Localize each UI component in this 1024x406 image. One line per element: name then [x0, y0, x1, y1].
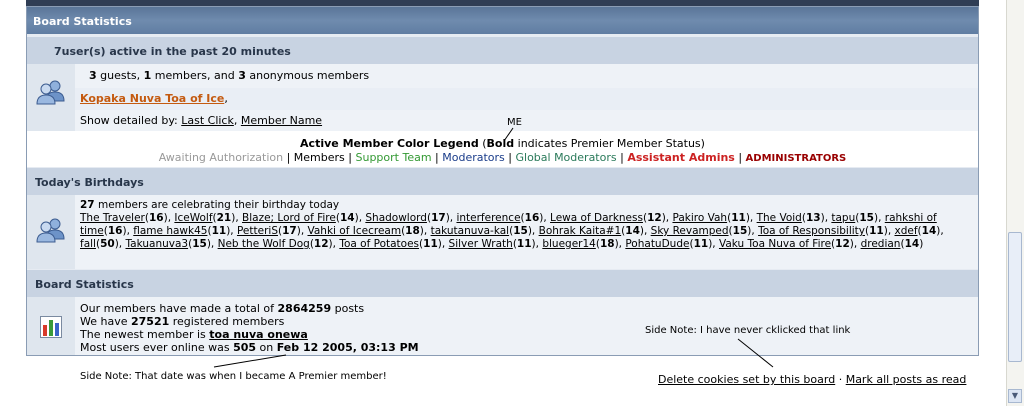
birthday-member-link[interactable]: Lewa of Darkness: [550, 212, 643, 224]
legend-group-1: Members: [293, 151, 345, 164]
active-users-counts: 3 guests, 1 members, and 3 anonymous mem…: [75, 64, 978, 88]
birthday-age: (18),: [595, 238, 626, 250]
birthday-age: (17),: [277, 225, 308, 237]
birthday-member-link[interactable]: tapu: [831, 212, 855, 224]
birthday-list: The Traveler(16), IceWolf(21), Blaze; Lo…: [80, 212, 960, 251]
panel-title: Board Statistics: [27, 7, 978, 34]
birthday-age: (15),: [509, 225, 539, 237]
legend-group-2: Support Team: [355, 151, 432, 164]
birthday-member-link[interactable]: fall: [80, 238, 96, 250]
birthday-age: (16),: [103, 225, 134, 237]
scrollbar-thumb[interactable]: [1008, 232, 1022, 362]
birthday-age: (15),: [728, 225, 759, 237]
sort-last-click-link[interactable]: Last Click: [181, 114, 234, 127]
birthday-member-link[interactable]: Blaze; Lord of Fire: [242, 212, 336, 224]
sort-member-name-link[interactable]: Member Name: [241, 114, 322, 127]
birthday-age: (11),: [727, 212, 757, 224]
birthday-member-link[interactable]: Toa of Responsibility: [758, 225, 865, 237]
legend-title: Active Member Color Legend: [300, 137, 479, 150]
footer-links: Delete cookies set by this board · Mark …: [658, 373, 967, 386]
legend-group-6: ADMINISTRATORS: [745, 153, 847, 164]
legend-group-3: Moderators: [442, 151, 505, 164]
birthday-member-link[interactable]: Shadowlord: [365, 212, 427, 224]
legend-separator: |: [734, 151, 746, 164]
birthday-age: (11),: [419, 238, 449, 250]
birthday-member-link[interactable]: dredian: [861, 238, 901, 250]
birthday-age: (14),: [335, 212, 366, 224]
birthday-member-link[interactable]: interference: [456, 212, 520, 224]
users-icon: [36, 80, 65, 105]
birthday-age: (11),: [689, 238, 719, 250]
birthday-age: (50),: [95, 238, 126, 250]
show-detailed-row: Show detailed by: Last Click, Member Nam…: [75, 110, 978, 131]
legend-group-4: Global Moderators: [515, 151, 617, 164]
birthday-count-line: 27 members are celebrating their birthda…: [80, 199, 340, 211]
birthday-age: (16),: [144, 212, 175, 224]
birthday-member-link[interactable]: IceWolf: [174, 212, 212, 224]
birthday-age: (12),: [309, 238, 340, 250]
birthday-member-link[interactable]: Sky Revamped: [651, 225, 729, 237]
birthday-member-link[interactable]: PetteriS: [237, 225, 278, 237]
scroll-down-button[interactable]: ▼: [1008, 389, 1022, 403]
newest-member-link[interactable]: toa nuva onewa: [209, 328, 308, 341]
birthday-member-link[interactable]: flame hawk45: [133, 225, 207, 237]
birthday-age: (16),: [520, 212, 551, 224]
birthday-member-link[interactable]: Pakiro Vah: [672, 212, 727, 224]
birthdays-icon-cell: [27, 195, 76, 269]
birthday-member-link[interactable]: Takuanuva3: [125, 238, 188, 250]
birthday-member-link[interactable]: The Traveler: [80, 212, 145, 224]
birthday-member-link[interactable]: Vaku Toa Nuva of Fire: [719, 238, 831, 250]
date-side-note: Side Note: That date was when I became A…: [80, 371, 387, 382]
birthday-member-link[interactable]: Silver Wrath: [449, 238, 513, 250]
birthdays-content: 27 members are celebrating their birthda…: [75, 195, 978, 269]
legend-group-5: Assistant Admins: [627, 151, 735, 164]
active-member-link[interactable]: Kopaka Nuva Toa of Ice: [80, 92, 224, 105]
active-users-heading: 7user(s) active in the past 20 minutes: [27, 37, 978, 64]
birthday-age: (15),: [855, 212, 885, 224]
legend-separator: |: [431, 151, 443, 164]
birthday-member-link[interactable]: Vahki of Icecream: [308, 225, 402, 237]
legend-separator: |: [283, 151, 294, 164]
birthdays-heading: Today's Birthdays: [27, 168, 978, 195]
mark-all-read-link[interactable]: Mark all posts as read: [846, 373, 967, 386]
board-statistics-panel: Board Statistics 7user(s) active in the …: [26, 6, 979, 356]
birthday-member-link[interactable]: Bohrak Kaita#1: [539, 225, 622, 237]
birthday-age: (15),: [188, 238, 218, 250]
active-members-list: Kopaka Nuva Toa of Ice,: [75, 88, 978, 110]
birthday-age: (11),: [207, 225, 237, 237]
bar-chart-icon: [40, 316, 62, 338]
legend-separator: |: [616, 151, 628, 164]
users-icon: [36, 218, 65, 243]
active-users-icon-cell: [27, 64, 76, 131]
birthday-member-link[interactable]: takutanuva-kal: [431, 225, 510, 237]
birthday-age: (17),: [426, 212, 457, 224]
birthday-age: (14),: [917, 225, 944, 237]
legend-separator: |: [504, 151, 516, 164]
birthday-age: (13),: [801, 212, 832, 224]
birthday-member-link[interactable]: blueger14: [542, 238, 596, 250]
birthday-member-link[interactable]: The Void: [757, 212, 802, 224]
color-legend: Active Member Color Legend (Bold indicat…: [27, 131, 978, 167]
birthday-age: (18),: [401, 225, 431, 237]
birthday-member-link[interactable]: PohatuDude: [625, 238, 689, 250]
link-side-note: Side Note: I have never cklicked that li…: [645, 325, 851, 336]
legend-group-0: Awaiting Authorization: [158, 151, 284, 164]
delete-cookies-link[interactable]: Delete cookies set by this board: [658, 373, 835, 386]
birthday-age: (14),: [621, 225, 651, 237]
birthday-age: (11),: [864, 225, 895, 237]
stats-heading: Board Statistics: [27, 270, 978, 297]
legend-groups: Awaiting Authorization | Members | Suppo…: [27, 150, 978, 164]
legend-separator: |: [344, 151, 356, 164]
birthday-age: (21),: [212, 212, 243, 224]
me-annotation: ME: [507, 117, 522, 128]
stats-icon-cell: [27, 297, 76, 355]
birthday-age: (12),: [831, 238, 861, 250]
birthday-age: (14): [900, 238, 924, 250]
birthday-member-link[interactable]: xdef: [895, 225, 918, 237]
birthday-member-link[interactable]: Neb the Wolf Dog: [218, 238, 310, 250]
birthday-age: (11),: [512, 238, 543, 250]
birthday-member-link[interactable]: Toa of Potatoes: [339, 238, 419, 250]
birthday-age: (12),: [642, 212, 673, 224]
